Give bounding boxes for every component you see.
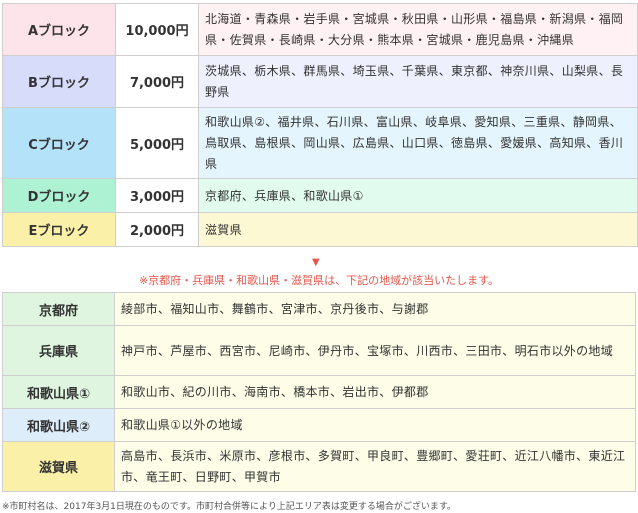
- region-row-kyoto: 京都府 綾部市、福知山市、舞鶴市、宮津市、京丹後市、与謝郡: [2, 292, 636, 326]
- region-detail-table: 京都府 綾部市、福知山市、舞鶴市、宮津市、京丹後市、与謝郡 兵庫県 神戸市、芦屋…: [2, 292, 636, 492]
- block-amount: 2,000円: [115, 212, 199, 247]
- region-cities: 綾部市、福知山市、舞鶴市、宮津市、京丹後市、与謝郡: [114, 292, 636, 326]
- region-label: 兵庫県: [2, 325, 115, 376]
- block-amount: 3,000円: [115, 178, 199, 213]
- block-label: Eブロック: [2, 212, 116, 247]
- block-row-c: Cブロック 5,000円 和歌山県②、福井県、石川県、富山県、岐阜県、愛知県、三…: [2, 107, 638, 179]
- down-arrow-icon: ▼: [312, 257, 320, 268]
- region-cities: 和歌山市、紀の川市、海南市、橋本市、岩出市、伊都郡: [114, 375, 636, 409]
- block-label: Bブロック: [2, 55, 116, 108]
- region-row-hyogo: 兵庫県 神戸市、芦屋市、西宮市、尼崎市、伊丹市、宝塚市、川西市、三田市、明石市以…: [2, 325, 636, 376]
- block-prefectures: 北海道・青森県・岩手県・宮城県・秋田県・山形県・福島県・新潟県・福岡県・佐賀県・…: [198, 3, 638, 56]
- block-row-b: Bブロック 7,000円 茨城県、栃木県、群馬県、埼玉県、千葉県、東京都、神奈川…: [2, 55, 638, 108]
- block-amount: 10,000円: [115, 3, 199, 56]
- block-price-table: Aブロック 10,000円 北海道・青森県・岩手県・宮城県・秋田県・山形県・福島…: [2, 3, 638, 247]
- region-row-shiga: 滋賀県 高島市、長浜市、米原市、彦根市、多賀町、甲良町、豊郷町、愛荘町、近江八幡…: [2, 441, 636, 492]
- region-row-wakayama-2: 和歌山県② 和歌山県①以外の地域: [2, 408, 636, 442]
- block-prefectures: 滋賀県: [198, 212, 638, 247]
- block-prefectures: 京都府、兵庫県、和歌山県①: [198, 178, 638, 213]
- block-prefectures: 和歌山県②、福井県、石川県、富山県、岐阜県、愛知県、三重県、静岡県、鳥取県、島根…: [198, 107, 638, 179]
- region-label: 和歌山県①: [2, 375, 115, 409]
- block-label: Aブロック: [2, 3, 116, 56]
- region-cities: 高島市、長浜市、米原市、彦根市、多賀町、甲良町、豊郷町、愛荘町、近江八幡市、東近…: [114, 441, 636, 492]
- block-label: Cブロック: [2, 107, 116, 179]
- region-cities: 和歌山県①以外の地域: [114, 408, 636, 442]
- region-label: 滋賀県: [2, 441, 115, 492]
- block-row-e: Eブロック 2,000円 滋賀県: [2, 212, 638, 247]
- region-label: 和歌山県②: [2, 408, 115, 442]
- region-cities: 神戸市、芦屋市、西宮市、尼崎市、伊丹市、宝塚市、川西市、三田市、明石市以外の地域: [114, 325, 636, 376]
- region-note: ※京都府・兵庫県・和歌山県・滋賀県は、下記の地域が該当いたします。: [138, 274, 500, 287]
- region-label: 京都府: [2, 292, 115, 326]
- region-row-wakayama-1: 和歌山県① 和歌山市、紀の川市、海南市、橋本市、岩出市、伊都郡: [2, 375, 636, 409]
- block-label: Dブロック: [2, 178, 116, 213]
- footnote: ※市町村名は、2017年3月1日現在のものです。市町村合併等により上記エリア表は…: [2, 502, 456, 512]
- block-amount: 7,000円: [115, 55, 199, 108]
- block-prefectures: 茨城県、栃木県、群馬県、埼玉県、千葉県、東京都、神奈川県、山梨県、長野県: [198, 55, 638, 108]
- block-row-d: Dブロック 3,000円 京都府、兵庫県、和歌山県①: [2, 178, 638, 213]
- block-row-a: Aブロック 10,000円 北海道・青森県・岩手県・宮城県・秋田県・山形県・福島…: [2, 3, 638, 56]
- block-amount: 5,000円: [115, 107, 199, 179]
